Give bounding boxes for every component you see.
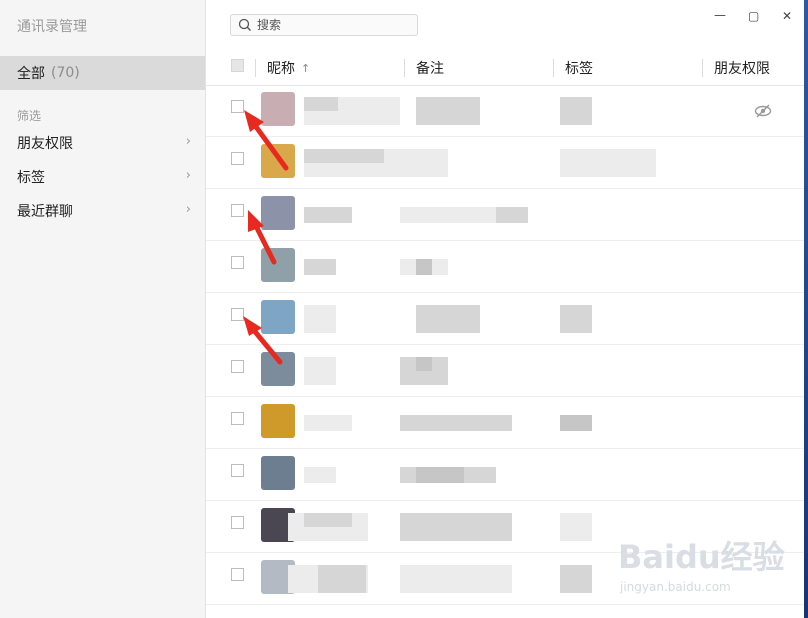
table-row[interactable] [206, 449, 804, 501]
blurred-content [560, 565, 592, 593]
table-row[interactable] [206, 293, 804, 345]
column-tag-label: 标签 [565, 61, 593, 77]
blurred-content [416, 259, 432, 275]
sidebar: 通讯录管理 全部 (70) 筛选 朋友权限 › 标签 › 最近群聊 › [0, 0, 206, 618]
sidebar-item-label: 最近群聊 [17, 204, 73, 220]
avatar [261, 456, 295, 490]
blurred-content [560, 305, 592, 333]
blurred-content [416, 305, 480, 333]
sidebar-item-all[interactable]: 全部 (70) [0, 56, 205, 90]
table-row[interactable] [206, 241, 804, 293]
desktop-background [804, 0, 808, 618]
chevron-right-icon: › [185, 134, 191, 149]
row-checkbox[interactable] [231, 516, 244, 529]
blurred-content [400, 565, 512, 593]
blurred-content [304, 415, 352, 431]
blurred-content [304, 149, 384, 163]
blurred-content [318, 565, 366, 593]
avatar [261, 300, 295, 334]
column-friend-permission[interactable]: 朋友权限 [714, 51, 770, 85]
column-nickname[interactable]: 昵称 ↑ [267, 51, 310, 85]
sidebar-item-label: 全部 [17, 66, 45, 82]
blurred-content [304, 207, 352, 223]
column-nickname-label: 昵称 [267, 61, 295, 77]
sidebar-item-friend-permissions[interactable]: 朋友权限 › [0, 126, 205, 160]
blurred-content [416, 467, 464, 483]
avatar [261, 92, 295, 126]
column-permission-label: 朋友权限 [714, 61, 770, 77]
row-checkbox[interactable] [231, 308, 244, 321]
blurred-content [560, 149, 656, 177]
column-remark-label: 备注 [416, 61, 444, 77]
select-all-checkbox[interactable] [231, 59, 244, 72]
blurred-content [560, 415, 592, 431]
row-checkbox[interactable] [231, 360, 244, 373]
table-row[interactable] [206, 189, 804, 241]
eye-off-icon [754, 104, 772, 118]
blurred-content [560, 97, 592, 125]
avatar [261, 404, 295, 438]
row-checkbox[interactable] [231, 412, 244, 425]
table-row[interactable] [206, 397, 804, 449]
sidebar-item-tags[interactable]: 标签 › [0, 160, 205, 194]
column-remark[interactable]: 备注 [416, 51, 444, 85]
avatar [261, 248, 295, 282]
filter-section-label: 筛选 [17, 109, 42, 123]
row-checkbox[interactable] [231, 256, 244, 269]
maximize-button[interactable]: ▢ [748, 9, 759, 23]
sort-ascending-icon: ↑ [301, 61, 311, 75]
sidebar-item-label: 标签 [17, 170, 45, 186]
row-checkbox[interactable] [231, 100, 244, 113]
blurred-content [304, 259, 336, 275]
contacts-manager-window: 通讯录管理 全部 (70) 筛选 朋友权限 › 标签 › 最近群聊 › — ▢ … [0, 0, 808, 618]
close-button[interactable]: ✕ [782, 9, 792, 23]
row-checkbox[interactable] [231, 568, 244, 581]
search-box[interactable] [230, 14, 418, 36]
sidebar-item-label: 朋友权限 [17, 136, 73, 152]
row-checkbox[interactable] [231, 204, 244, 217]
avatar [261, 144, 295, 178]
minimize-button[interactable]: — [714, 8, 726, 22]
blurred-content [400, 513, 512, 541]
chevron-right-icon: › [185, 202, 191, 217]
blurred-content [304, 357, 336, 385]
row-checkbox[interactable] [231, 152, 244, 165]
blurred-content [560, 513, 592, 541]
column-tag[interactable]: 标签 [565, 51, 593, 85]
window-title: 通讯录管理 [17, 19, 87, 35]
search-input[interactable] [253, 18, 407, 32]
sidebar-item-recent-groups[interactable]: 最近群聊 › [0, 194, 205, 228]
blurred-content [496, 207, 528, 223]
blurred-content [304, 305, 336, 333]
blurred-content [416, 97, 480, 125]
blurred-content [304, 467, 336, 483]
table-header: 昵称 ↑ 备注 标签 朋友权限 [206, 51, 804, 86]
avatar [261, 196, 295, 230]
avatar [261, 352, 295, 386]
blurred-content [416, 357, 432, 371]
table-row[interactable] [206, 137, 804, 189]
table-row[interactable] [206, 85, 804, 137]
row-checkbox[interactable] [231, 464, 244, 477]
search-icon [238, 18, 251, 31]
chevron-right-icon: › [185, 168, 191, 183]
blurred-content [304, 513, 352, 527]
blurred-content [304, 97, 338, 111]
table-row[interactable] [206, 345, 804, 397]
watermark-logo: Baidu经验 [618, 538, 785, 576]
contact-count: (70) [51, 65, 80, 81]
blurred-content [400, 415, 512, 431]
watermark-url: jingyan.baidu.com [620, 580, 731, 594]
